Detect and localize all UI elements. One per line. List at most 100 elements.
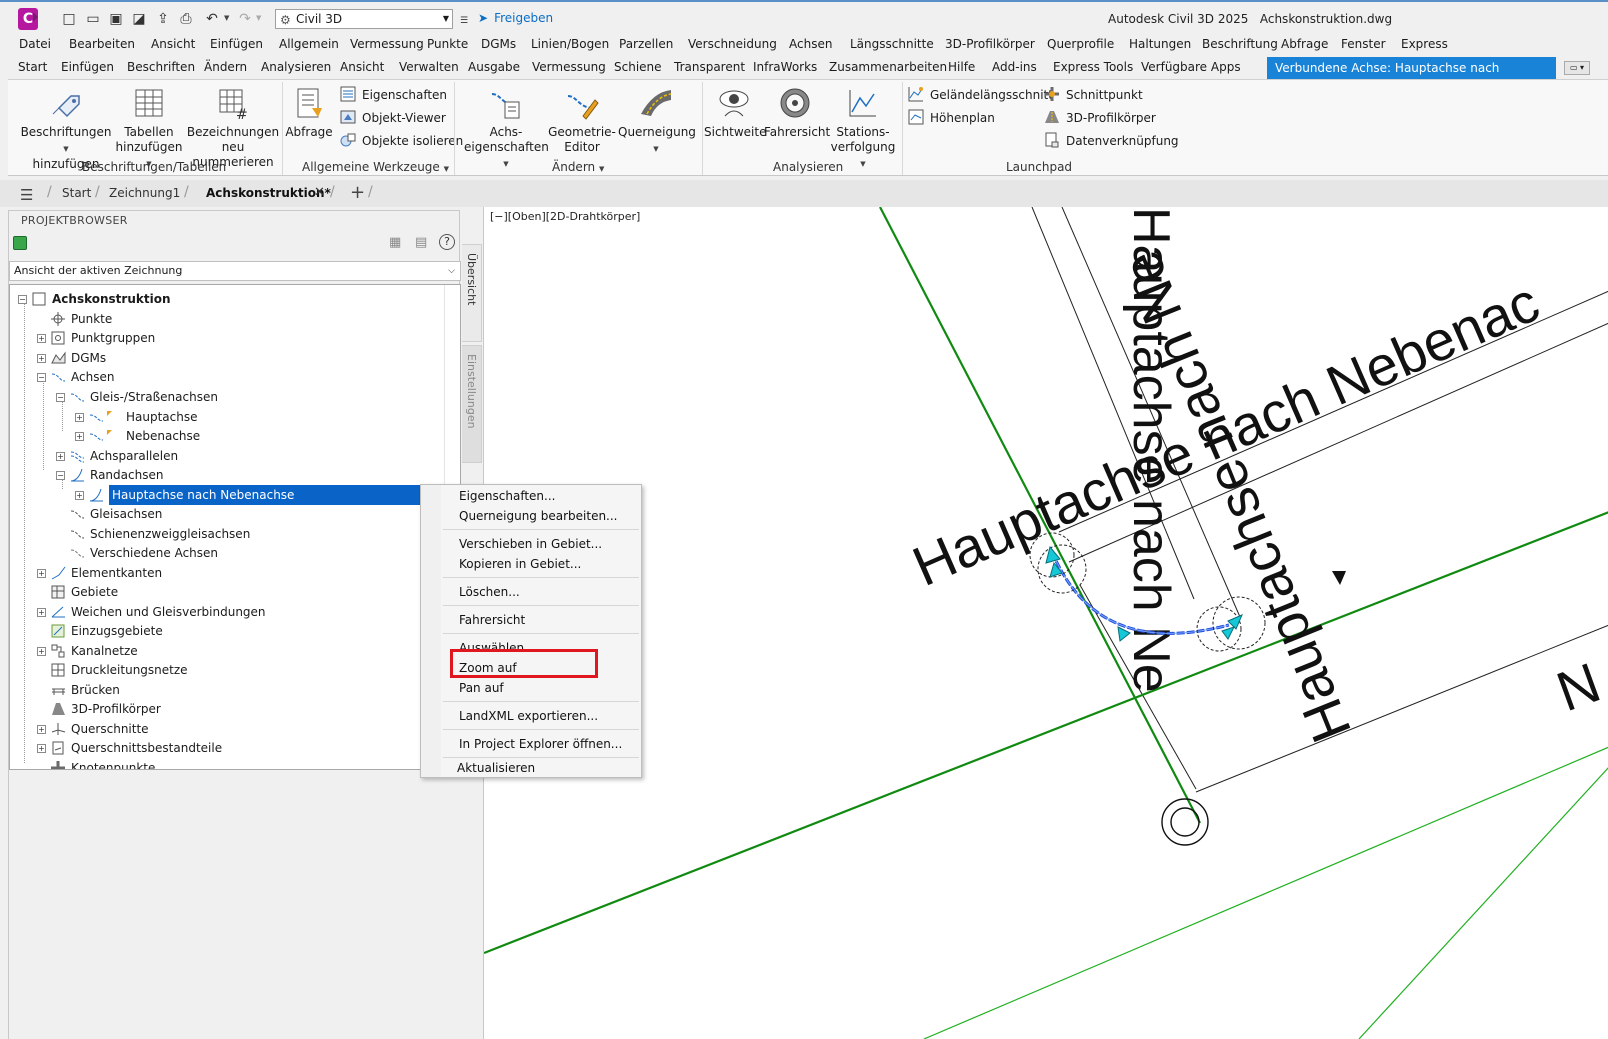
tab-aendern[interactable]: Ändern — [204, 60, 247, 74]
item-view-icon[interactable]: ▦ — [389, 235, 401, 250]
tree-item-bruecken[interactable]: Brücken — [37, 680, 120, 700]
alignment-properties-button[interactable]: Achs- eigenschaften ▼ — [464, 86, 549, 172]
menu-item-aktualisieren[interactable]: Aktualisieren — [457, 761, 535, 775]
share-button[interactable]: ➤ Freigeben — [478, 11, 553, 25]
collapse-icon[interactable]: − — [18, 295, 27, 304]
doctab-zeichnung1[interactable]: Zeichnung1 — [109, 186, 180, 200]
inquiry-button[interactable]: Abfrage — [284, 86, 334, 140]
corridor-button[interactable]: 3D-Profilkörper — [1044, 109, 1156, 125]
tab-zusammenarbeiten[interactable]: Zusammenarbeiten — [829, 60, 947, 74]
menu-item-loeschen[interactable]: Löschen... — [459, 585, 520, 599]
menu-item-verschieben-in-gebiet[interactable]: Verschieben in Gebiet... — [459, 537, 602, 551]
side-tab-uebersicht[interactable]: Übersicht — [462, 244, 482, 342]
expand-icon[interactable]: + — [37, 569, 46, 578]
tree-item-knotenpunkte[interactable]: Knotenpunkte — [37, 758, 155, 769]
tab-beschriften[interactable]: Beschriften — [127, 60, 195, 74]
properties-button[interactable]: Eigenschaften — [340, 86, 447, 102]
expand-icon[interactable]: + — [75, 432, 84, 441]
tree-item-verschiedene-achsen[interactable]: Verschiedene Achsen — [56, 543, 218, 563]
customize-qat-icon[interactable]: ☰ — [455, 13, 473, 29]
tree-root-achskonstruktion[interactable]: − Achskonstruktion — [18, 289, 171, 309]
tree-item-kanalnetze[interactable]: + Kanalnetze — [37, 641, 138, 661]
menu-querprofile[interactable]: Querprofile — [1047, 37, 1114, 51]
expand-icon[interactable]: + — [37, 725, 46, 734]
ribbon-minimize-button[interactable]: ▭ ▾ — [1564, 61, 1590, 75]
geometry-editor-button[interactable]: Geometrie- Editor — [548, 86, 616, 155]
save-icon[interactable]: ▣ — [107, 11, 125, 27]
help-icon[interactable]: ? — [439, 234, 455, 250]
tree-item-3d-profilkoerper[interactable]: 3D-Profilkörper — [37, 699, 161, 719]
menu-parzellen[interactable]: Parzellen — [619, 37, 673, 51]
menu-verschneidung[interactable]: Verschneidung — [688, 37, 777, 51]
tab-start[interactable]: Start — [18, 60, 47, 74]
tab-schiene[interactable]: Schiene — [614, 60, 662, 74]
list-view-icon[interactable]: ▤ — [415, 235, 427, 250]
menu-allgemein[interactable]: Allgemein — [279, 37, 339, 51]
doctab-start[interactable]: Start — [62, 186, 91, 200]
menu-item-fahrersicht[interactable]: Fahrersicht — [459, 613, 525, 627]
close-tab-icon[interactable]: ✕ — [314, 185, 325, 200]
renumber-labels-button[interactable]: # Bezeichnungen neu nummerieren — [186, 86, 280, 170]
tree-item-querschnitte[interactable]: + Querschnitte — [37, 719, 149, 739]
expand-icon[interactable]: + — [37, 608, 46, 617]
tab-hilfe[interactable]: Hilfe — [948, 60, 975, 74]
data-shortcuts-button[interactable]: Datenverknüpfung — [1044, 132, 1179, 148]
tab-ausgabe[interactable]: Ausgabe — [468, 60, 520, 74]
collapse-icon[interactable]: − — [37, 373, 46, 382]
menu-abfrage[interactable]: Abfrage — [1281, 37, 1328, 51]
tree-item-gebiete[interactable]: Gebiete — [37, 582, 118, 602]
tree-item-hauptachse-nach-nebenachse[interactable]: + Hauptachse nach Nebenachse — [75, 485, 447, 505]
tab-add-ins[interactable]: Add-ins — [992, 60, 1037, 74]
expand-icon[interactable]: + — [37, 744, 46, 753]
new-file-icon[interactable]: □ — [60, 11, 78, 27]
profile-view-button[interactable]: Höhenplan — [908, 109, 995, 125]
menu-item-kopieren-in-gebiet[interactable]: Kopieren in Gebiet... — [459, 557, 581, 571]
tree-item-einzugsgebiete[interactable]: Einzugsgebiete — [37, 621, 163, 641]
menu-achsen[interactable]: Achsen — [789, 37, 832, 51]
menu-fenster[interactable]: Fenster — [1341, 37, 1386, 51]
tree-item-schienenzweiggleisachsen[interactable]: Schienenzweiggleisachsen — [56, 524, 250, 544]
tab-infraworks[interactable]: InfraWorks — [753, 60, 817, 74]
expand-icon[interactable]: + — [75, 413, 84, 422]
undo-dropdown-icon[interactable]: ▼ — [224, 14, 229, 22]
menu-item-landxml-exportieren[interactable]: LandXML exportieren... — [459, 709, 598, 723]
expand-icon[interactable]: + — [75, 491, 84, 500]
menu-datei[interactable]: Datei — [19, 37, 51, 51]
tree-item-nebenachse[interactable]: + Nebenachse — [75, 426, 200, 446]
tab-ansicht[interactable]: Ansicht — [340, 60, 384, 74]
drawing-viewport[interactable]: [−][Oben][2D-Drahtkörper] Hauptachse nac… — [483, 207, 1608, 1039]
isolate-objects-button[interactable]: Objekte isolieren — [340, 132, 463, 148]
undo-icon[interactable]: ↶ — [203, 11, 221, 27]
collapse-icon[interactable]: − — [56, 471, 65, 480]
tab-express-tools[interactable]: Express Tools — [1053, 60, 1133, 74]
menu-3d-profilkoerper[interactable]: 3D-Profilkörper — [945, 37, 1035, 51]
civil3d-logo-icon[interactable]: C — [18, 8, 38, 30]
menu-beschriftung[interactable]: Beschriftung — [1202, 37, 1278, 51]
menu-haltungen[interactable]: Haltungen — [1129, 37, 1191, 51]
expand-icon[interactable]: + — [37, 354, 46, 363]
tab-transparent[interactable]: Transparent — [674, 60, 745, 74]
group-aendern[interactable]: Ändern ▼ — [552, 160, 604, 174]
tab-analysieren[interactable]: Analysieren — [261, 60, 331, 74]
drive-button[interactable]: Fahrersicht — [764, 86, 830, 140]
tab-vermessung[interactable]: Vermessung — [532, 60, 606, 74]
side-tab-einstellungen[interactable]: Einstellungen — [462, 345, 482, 463]
tree-item-achsparallelen[interactable]: + Achsparallelen — [56, 446, 178, 466]
tab-einfuegen[interactable]: Einfügen — [61, 60, 114, 74]
tree-item-punktgruppen[interactable]: + Punktgruppen — [37, 328, 155, 348]
tree-item-randachsen[interactable]: − Randachsen — [56, 465, 163, 485]
tab-verwalten[interactable]: Verwalten — [399, 60, 459, 74]
redo-icon[interactable]: ↷ — [236, 11, 254, 27]
tree-item-achsen[interactable]: − Achsen — [37, 367, 114, 387]
menu-bearbeiten[interactable]: Bearbeiten — [69, 37, 135, 51]
expand-icon[interactable]: + — [37, 647, 46, 656]
menu-ansicht[interactable]: Ansicht — [151, 37, 195, 51]
drawing-icon[interactable] — [13, 236, 27, 250]
tab-verfuegbare-apps[interactable]: Verfügbare Apps — [1141, 60, 1241, 74]
redo-dropdown-icon[interactable]: ▼ — [256, 14, 261, 22]
menu-laengsschnitte[interactable]: Längsschnitte — [850, 37, 934, 51]
view-select[interactable]: Ansicht der aktiven Zeichnung ⌵ — [9, 261, 461, 281]
object-viewer-button[interactable]: Objekt-Viewer — [340, 109, 446, 125]
menu-linien-bogen[interactable]: Linien/Bogen — [531, 37, 609, 51]
menu-einfuegen[interactable]: Einfügen — [210, 37, 263, 51]
